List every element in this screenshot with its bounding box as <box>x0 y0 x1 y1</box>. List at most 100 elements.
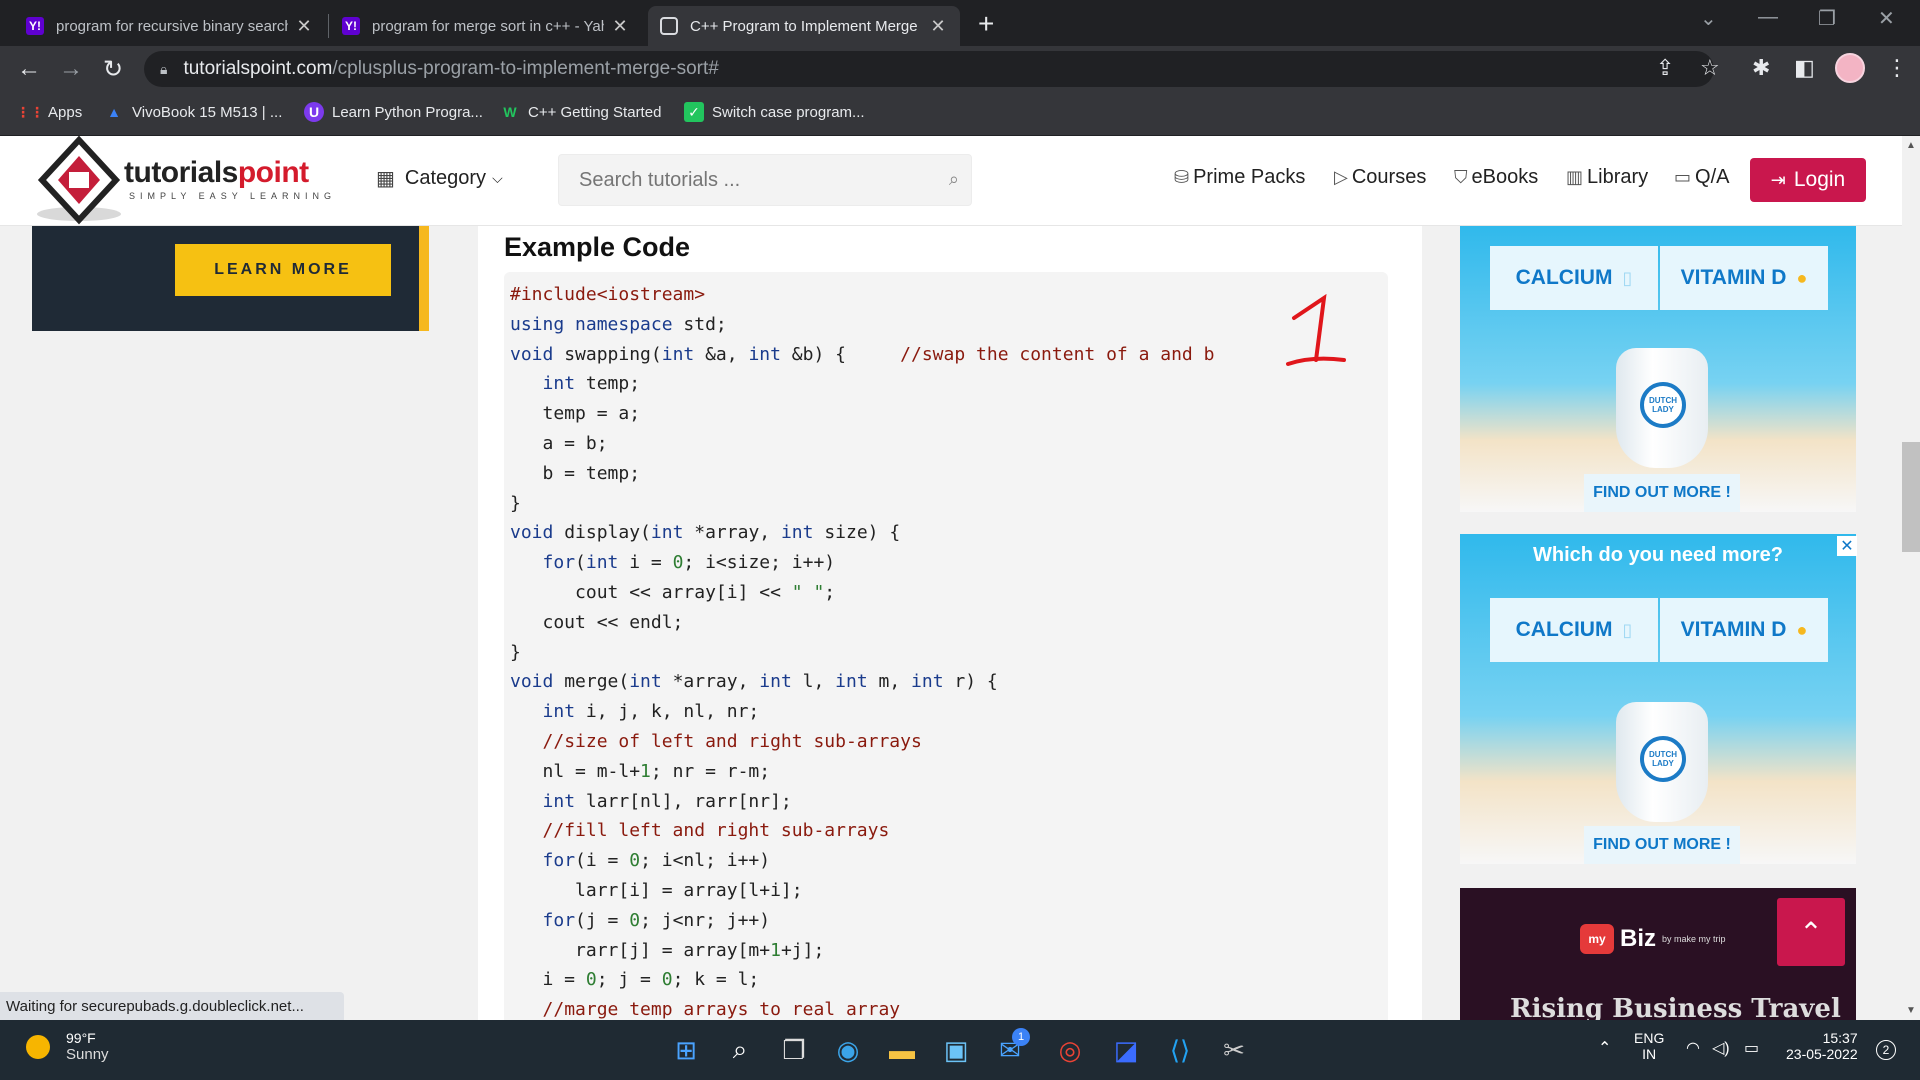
vitamin-d-ad-button[interactable]: VITAMIN D ● <box>1660 598 1828 662</box>
code-line: i = 0; j = 0; k = l; <box>510 969 760 991</box>
search-icon[interactable]: ⌕ <box>722 1032 758 1068</box>
search-box: ⌕ <box>558 154 972 206</box>
share-icon[interactable]: ⇪ <box>1656 55 1674 81</box>
tab-close-icon[interactable]: ✕ <box>928 16 948 37</box>
tab-title: program for recursive binary search <box>56 17 288 35</box>
bookmark-apps[interactable]: ⋮⋮ Apps <box>16 102 82 122</box>
code-line: } <box>510 492 521 514</box>
search-input[interactable] <box>579 168 919 192</box>
notification-count[interactable]: 2 <box>1876 1040 1896 1060</box>
windows-start-icon[interactable]: ⊞ <box>668 1032 704 1068</box>
check-icon: ✓ <box>684 102 704 122</box>
tab-1[interactable]: Y! program for recursive binary search ✕ <box>14 6 326 46</box>
milk-glass-image: DUTCH LADY <box>1616 348 1708 468</box>
close-window-icon[interactable]: ✕ <box>1878 6 1895 31</box>
chrome-icon[interactable]: ◎ <box>1052 1032 1088 1068</box>
back-icon[interactable]: ← <box>14 54 44 84</box>
learn-more-button[interactable]: LEARN MORE <box>175 244 391 296</box>
language-indicator[interactable]: ENG IN <box>1634 1030 1664 1062</box>
tab-3-active[interactable]: C++ Program to Implement Merge Sort ✕ <box>648 6 960 46</box>
mail-badge: 1 <box>1012 1028 1030 1046</box>
code-line: int temp; <box>542 373 641 395</box>
vitamin-d-ad-button[interactable]: VITAMIN D ● <box>1660 246 1828 310</box>
extensions-icon[interactable]: ✱ <box>1752 55 1770 81</box>
ad-dutch-lady-2[interactable]: Which do you need more? CALCIUM ▯ VITAMIN… <box>1460 534 1856 864</box>
nav-courses[interactable]: ▷ Courses <box>1334 166 1426 189</box>
task-view-icon[interactable]: ❐ <box>776 1032 812 1068</box>
scroll-down-icon[interactable]: ▼ <box>1906 1005 1916 1016</box>
nav-label: eBooks <box>1471 166 1539 188</box>
code-line: for(int i = 0; i<size; i++) <box>542 552 836 574</box>
battery-icon[interactable]: ▭ <box>1744 1038 1759 1058</box>
clock[interactable]: 15:37 23-05-2022 <box>1786 1030 1858 1062</box>
bookmark-vivobook[interactable]: ▲ VivoBook 15 M513 | ... <box>104 102 282 122</box>
bookmark-switch-case[interactable]: ✓ Switch case program... <box>684 102 865 122</box>
tutorialspoint-logo[interactable]: tutorialspoint SIMPLY EASY LEARNING <box>34 135 354 226</box>
bookmark-cpp-getting-started[interactable]: W C++ Getting Started <box>500 102 661 122</box>
code-line: cout << array[i] << " "; <box>510 581 836 603</box>
chat-icon: ▭ <box>1674 167 1692 187</box>
snipping-tool-icon[interactable]: ✂ <box>1216 1032 1252 1068</box>
mail-icon[interactable]: ✉ 1 <box>992 1028 1030 1068</box>
calcium-ad-button[interactable]: CALCIUM ▯ <box>1490 246 1658 310</box>
logo-tagline: SIMPLY EASY LEARNING <box>129 191 337 201</box>
tab-close-icon[interactable]: ✕ <box>610 16 630 37</box>
tab-close-icon[interactable]: ✕ <box>294 16 314 37</box>
nav-qa[interactable]: ▭ Q/A <box>1674 166 1729 189</box>
glass-icon: ▯ <box>1622 267 1633 288</box>
calcium-ad-button[interactable]: CALCIUM ▯ <box>1490 598 1658 662</box>
page-scrollbar[interactable]: ▲ ▼ <box>1902 136 1920 1020</box>
reload-icon[interactable]: ↻ <box>98 54 128 84</box>
bookmark-star-icon[interactable]: ☆ <box>1700 55 1720 81</box>
vscode-icon[interactable]: ⟨⟩ <box>1162 1032 1198 1068</box>
bookmark-learn-python[interactable]: U Learn Python Progra... <box>304 102 483 122</box>
weather-widget[interactable]: 99°F Sunny <box>26 1030 109 1063</box>
ad-close-icon[interactable]: ✕ <box>1837 536 1857 556</box>
browser-toolbar: ← → ↻ 🔒︎ tutorialspoint.com/cplusplus-pr… <box>0 46 1920 92</box>
restore-icon[interactable]: ❐ <box>1818 6 1836 31</box>
side-panel-icon[interactable]: ◧ <box>1794 55 1815 81</box>
nav-library[interactable]: ▥ Library <box>1566 166 1648 189</box>
search-icon[interactable]: ⌕ <box>949 169 959 190</box>
calcium-label: CALCIUM <box>1515 618 1613 641</box>
code-line: #include<iostream> <box>510 284 706 305</box>
tab-separator <box>328 14 329 38</box>
forward-icon[interactable]: → <box>56 54 86 84</box>
scroll-to-top-button[interactable]: ⌃ <box>1777 898 1845 966</box>
tab-2[interactable]: Y! program for merge sort in c++ - Yahoo… <box>330 6 642 46</box>
wifi-icon[interactable]: ◠ <box>1686 1038 1700 1058</box>
asus-icon: ▲ <box>107 104 121 120</box>
store-icon[interactable]: ▣ <box>938 1032 974 1068</box>
code-line: b = temp; <box>510 462 641 484</box>
file-explorer-icon[interactable]: ▬ <box>884 1032 920 1068</box>
new-tab-icon[interactable]: + <box>978 8 994 40</box>
dutch-lady-seal: DUTCH LADY <box>1640 736 1686 782</box>
code-block[interactable]: #include<iostream> using namespace std; … <box>504 272 1388 1032</box>
profile-avatar[interactable] <box>1835 53 1865 83</box>
find-out-more-button[interactable]: FIND OUT MORE ! <box>1584 474 1740 512</box>
category-menu[interactable]: ▦ Category ⌵ <box>376 166 503 191</box>
lock-icon[interactable]: 🔒︎ <box>160 61 167 78</box>
scroll-up-icon[interactable]: ▲ <box>1906 140 1916 151</box>
menu-icon[interactable]: ⋮ <box>1886 55 1908 81</box>
minimize-icon[interactable]: — <box>1758 6 1778 29</box>
learn-icon: U <box>304 102 324 122</box>
lang-primary: ENG <box>1634 1030 1665 1046</box>
scrollbar-thumb[interactable] <box>1902 442 1920 552</box>
nav-prime-packs[interactable]: ⛁ Prime Packs <box>1174 166 1305 189</box>
code-line: for(i = 0; i<nl; i++) <box>542 850 771 872</box>
edge-icon[interactable]: ◉ <box>830 1032 866 1068</box>
code-line: //size of left and right sub-arrays <box>542 730 922 752</box>
address-bar[interactable]: 🔒︎ tutorialspoint.com/cplusplus-program-… <box>144 51 1714 87</box>
banner-accent-bar <box>419 226 429 331</box>
vitamin-d-label: VITAMIN D <box>1680 618 1787 641</box>
app-icon[interactable]: ◪ <box>1108 1032 1144 1068</box>
nav-ebooks[interactable]: ⛉ eBooks <box>1454 166 1538 189</box>
tab-search-icon[interactable]: ⌄ <box>1700 6 1717 31</box>
ad-dutch-lady-1[interactable]: CALCIUM ▯ VITAMIN D ● DUTCH LADY FIND OUT … <box>1460 226 1856 512</box>
login-button[interactable]: ⇥ Login <box>1750 158 1866 202</box>
code-line: } <box>510 641 521 663</box>
volume-icon[interactable]: ◁) <box>1712 1038 1730 1058</box>
show-hidden-icons[interactable]: ⌃ <box>1598 1038 1611 1058</box>
find-out-more-button[interactable]: FIND OUT MORE ! <box>1584 826 1740 864</box>
